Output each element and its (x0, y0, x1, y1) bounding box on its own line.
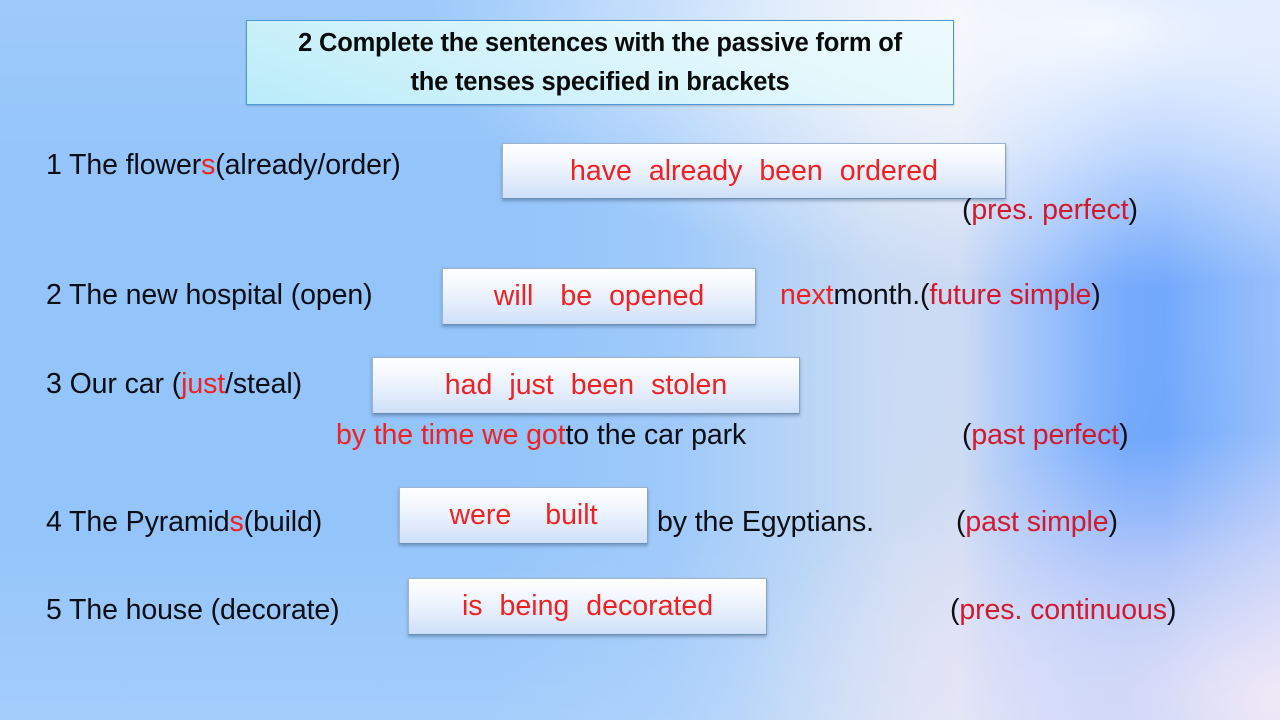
exercise-3-answer-word-2: just (509, 369, 554, 401)
exercise-1-answer-word-1: have (570, 154, 632, 187)
exercise-5-tense-tag: (pres. continuous) (950, 594, 1176, 627)
exercise-1-tense-tag: (pres. perfect) (962, 194, 1138, 227)
tense-open-paren: ( (962, 194, 972, 226)
exercise-2-answer-word-1: will (493, 280, 534, 312)
exercise-4-stem-b: (build) (243, 506, 323, 538)
exercise-3-answer-word-4: stolen (651, 369, 728, 401)
exercise-4-tense-label: past simple (965, 506, 1109, 538)
exercise-2-tail-red: next (780, 279, 834, 311)
tense-close-paren: ) (1091, 279, 1101, 311)
exercise-1-answer-box[interactable]: have already been ordered (502, 143, 1006, 199)
tense-close-paren: ) (1108, 506, 1118, 538)
exercise-5-tense-label: pres. continuous (959, 594, 1167, 626)
exercise-4-tense-tag: (past simple) (956, 506, 1118, 539)
exercise-4-stem-a: 4 The Pyramid (46, 506, 230, 538)
exercise-3-tense-tag: (past perfect) (962, 419, 1129, 452)
exercise-1-stem: 1 The flower s (already/order) (46, 149, 401, 182)
exercise-3-stem-a: 3 Our car ( (46, 368, 182, 400)
exercise-5-stem-a: 5 The house (decorate) (46, 594, 340, 626)
exercise-5-stem: 5 The house (decorate) (46, 594, 340, 627)
slide-canvas: 2 Complete the sentences with the passiv… (0, 0, 1280, 720)
exercise-5-answer-box[interactable]: is being decorated (408, 578, 767, 635)
exercise-1-stem-a: 1 The flower (46, 149, 202, 181)
tense-open-paren: ( (920, 279, 930, 311)
exercise-4-answer-box[interactable]: were built (399, 487, 648, 544)
slide-content: 2 Complete the sentences with the passiv… (0, 0, 1280, 720)
exercise-1-answer-word-3: been (759, 154, 823, 187)
title-line-2: the tenses specified in brackets (410, 67, 790, 96)
exercise-3-stem-b: /steal) (225, 368, 302, 400)
exercise-4-tail-black: by the Egyptians. (657, 506, 874, 538)
title-text: 2 Complete the sentences with the passiv… (290, 24, 910, 102)
exercise-1-answer-word-4: ordered (839, 154, 938, 187)
exercise-4-tail: by the Egyptians. (657, 506, 874, 539)
exercise-2-tail-black: month. (833, 279, 921, 311)
exercise-4-answer-word-2: built (545, 499, 598, 531)
exercise-3-stem: 3 Our car (just/steal) (46, 368, 302, 401)
exercise-3-answer-word-3: been (570, 369, 635, 401)
exercise-2-stem-a: 2 The new hospital (open) (46, 279, 373, 311)
exercise-4-answer-word-1: were (449, 499, 512, 531)
exercise-1-stem-b: (already/order) (215, 149, 401, 181)
exercise-3-answer-box[interactable]: had just been stolen (372, 357, 800, 414)
exercise-1-stem-highlight: s (201, 149, 216, 181)
exercise-1-tense-label: pres. perfect (971, 194, 1129, 226)
exercise-3-tense-label: past perfect (971, 419, 1120, 451)
exercise-4-stem-highlight: s (229, 506, 244, 538)
exercise-2-tail: next month. (future simple) (780, 279, 1101, 312)
exercise-2-answer-word-3: opened (609, 280, 705, 312)
exercise-3-answer-word-1: had (444, 369, 493, 401)
tense-open-paren: ( (950, 594, 960, 626)
tense-close-paren: ) (1166, 594, 1177, 626)
title-line-1: 2 Complete the sentences with the passiv… (298, 28, 902, 57)
exercise-3-second-line: by the time we got to the car park (336, 419, 746, 452)
exercise-5-answer-word-3: decorated (586, 590, 714, 622)
exercise-3-stem-highlight: just (181, 368, 226, 400)
tense-close-paren: ) (1119, 419, 1129, 451)
tense-close-paren: ) (1128, 194, 1139, 226)
exercise-3-line2-red: by the time we got (336, 419, 566, 451)
exercise-3-line2-black: to the car park (565, 419, 747, 451)
exercise-5-answer-word-2: being (499, 590, 570, 622)
exercise-1-answer-word-2: already (648, 154, 743, 187)
exercise-4-stem: 4 The Pyramid s (build) (46, 506, 322, 539)
exercise-2-answer-box[interactable]: will be opened (442, 268, 756, 325)
exercise-2-tense-label: future simple (929, 279, 1092, 311)
tense-open-paren: ( (962, 419, 972, 451)
tense-open-paren: ( (956, 506, 966, 538)
title-banner: 2 Complete the sentences with the passiv… (246, 20, 954, 105)
exercise-2-stem: 2 The new hospital (open) (46, 279, 373, 312)
exercise-2-answer-word-2: be (560, 280, 593, 312)
exercise-5-answer-word-1: is (461, 590, 483, 622)
